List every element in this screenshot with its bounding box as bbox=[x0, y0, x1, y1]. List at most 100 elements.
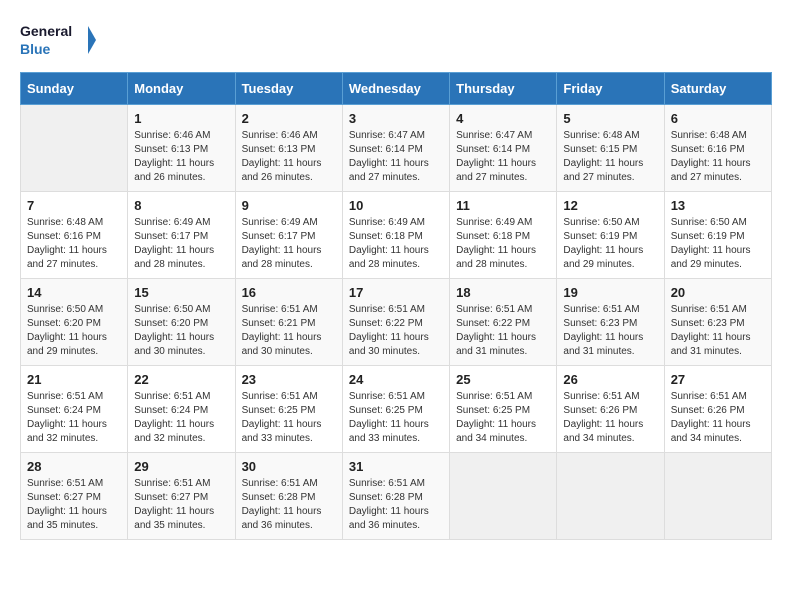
day-header-monday: Monday bbox=[128, 73, 235, 105]
day-info-text: Sunset: 6:25 PM bbox=[242, 404, 336, 418]
day-info-text: Sunset: 6:26 PM bbox=[563, 404, 657, 418]
day-info-text: Daylight: 11 hours and 33 minutes. bbox=[242, 418, 336, 446]
day-number: 14 bbox=[27, 285, 121, 300]
day-number: 5 bbox=[563, 111, 657, 126]
day-cell: 28Sunrise: 6:51 AMSunset: 6:27 PMDayligh… bbox=[21, 453, 128, 540]
day-info-text: Daylight: 11 hours and 29 minutes. bbox=[671, 244, 765, 272]
day-number: 6 bbox=[671, 111, 765, 126]
day-info-text: Sunrise: 6:49 AM bbox=[349, 216, 443, 230]
day-info-text: Sunrise: 6:51 AM bbox=[27, 390, 121, 404]
day-info-text: Sunset: 6:16 PM bbox=[671, 143, 765, 157]
day-info-text: Daylight: 11 hours and 28 minutes. bbox=[456, 244, 550, 272]
day-cell: 16Sunrise: 6:51 AMSunset: 6:21 PMDayligh… bbox=[235, 279, 342, 366]
day-cell: 20Sunrise: 6:51 AMSunset: 6:23 PMDayligh… bbox=[664, 279, 771, 366]
calendar-table: SundayMondayTuesdayWednesdayThursdayFrid… bbox=[20, 72, 772, 540]
day-info-text: Daylight: 11 hours and 34 minutes. bbox=[456, 418, 550, 446]
day-info-text: Sunset: 6:27 PM bbox=[27, 491, 121, 505]
day-info-text: Sunrise: 6:51 AM bbox=[27, 477, 121, 491]
day-number: 27 bbox=[671, 372, 765, 387]
day-cell: 23Sunrise: 6:51 AMSunset: 6:25 PMDayligh… bbox=[235, 366, 342, 453]
day-info-text: Sunset: 6:22 PM bbox=[456, 317, 550, 331]
day-info-text: Sunset: 6:15 PM bbox=[563, 143, 657, 157]
day-number: 20 bbox=[671, 285, 765, 300]
day-info-text: Sunrise: 6:51 AM bbox=[671, 390, 765, 404]
day-info-text: Sunrise: 6:51 AM bbox=[563, 390, 657, 404]
day-number: 23 bbox=[242, 372, 336, 387]
logo-svg: General Blue bbox=[20, 20, 100, 62]
day-cell: 29Sunrise: 6:51 AMSunset: 6:27 PMDayligh… bbox=[128, 453, 235, 540]
day-info-text: Daylight: 11 hours and 27 minutes. bbox=[456, 157, 550, 185]
day-info-text: Sunset: 6:23 PM bbox=[563, 317, 657, 331]
day-number: 1 bbox=[134, 111, 228, 126]
week-row-3: 14Sunrise: 6:50 AMSunset: 6:20 PMDayligh… bbox=[21, 279, 772, 366]
day-info-text: Daylight: 11 hours and 32 minutes. bbox=[27, 418, 121, 446]
day-info-text: Daylight: 11 hours and 29 minutes. bbox=[27, 331, 121, 359]
week-row-5: 28Sunrise: 6:51 AMSunset: 6:27 PMDayligh… bbox=[21, 453, 772, 540]
day-cell bbox=[664, 453, 771, 540]
day-cell: 4Sunrise: 6:47 AMSunset: 6:14 PMDaylight… bbox=[450, 105, 557, 192]
day-number: 11 bbox=[456, 198, 550, 213]
day-info-text: Daylight: 11 hours and 28 minutes. bbox=[349, 244, 443, 272]
day-info-text: Daylight: 11 hours and 27 minutes. bbox=[349, 157, 443, 185]
day-info-text: Sunset: 6:13 PM bbox=[134, 143, 228, 157]
day-cell: 11Sunrise: 6:49 AMSunset: 6:18 PMDayligh… bbox=[450, 192, 557, 279]
day-number: 15 bbox=[134, 285, 228, 300]
day-number: 24 bbox=[349, 372, 443, 387]
day-info-text: Sunset: 6:26 PM bbox=[671, 404, 765, 418]
day-info-text: Sunset: 6:17 PM bbox=[134, 230, 228, 244]
day-info-text: Sunset: 6:17 PM bbox=[242, 230, 336, 244]
day-info-text: Sunrise: 6:47 AM bbox=[349, 129, 443, 143]
day-cell: 1Sunrise: 6:46 AMSunset: 6:13 PMDaylight… bbox=[128, 105, 235, 192]
day-info-text: Sunrise: 6:50 AM bbox=[671, 216, 765, 230]
day-info-text: Sunset: 6:18 PM bbox=[456, 230, 550, 244]
day-cell: 9Sunrise: 6:49 AMSunset: 6:17 PMDaylight… bbox=[235, 192, 342, 279]
day-info-text: Sunset: 6:19 PM bbox=[563, 230, 657, 244]
day-info-text: Sunrise: 6:50 AM bbox=[563, 216, 657, 230]
day-info-text: Sunrise: 6:51 AM bbox=[349, 303, 443, 317]
day-info-text: Sunrise: 6:46 AM bbox=[242, 129, 336, 143]
day-cell: 14Sunrise: 6:50 AMSunset: 6:20 PMDayligh… bbox=[21, 279, 128, 366]
day-number: 10 bbox=[349, 198, 443, 213]
day-info-text: Sunrise: 6:51 AM bbox=[242, 303, 336, 317]
day-number: 29 bbox=[134, 459, 228, 474]
day-number: 17 bbox=[349, 285, 443, 300]
day-info-text: Daylight: 11 hours and 26 minutes. bbox=[242, 157, 336, 185]
day-info-text: Sunrise: 6:51 AM bbox=[349, 390, 443, 404]
day-info-text: Sunset: 6:25 PM bbox=[349, 404, 443, 418]
day-info-text: Daylight: 11 hours and 36 minutes. bbox=[349, 505, 443, 533]
day-info-text: Sunrise: 6:49 AM bbox=[242, 216, 336, 230]
day-info-text: Daylight: 11 hours and 31 minutes. bbox=[671, 331, 765, 359]
day-info-text: Daylight: 11 hours and 26 minutes. bbox=[134, 157, 228, 185]
day-cell: 19Sunrise: 6:51 AMSunset: 6:23 PMDayligh… bbox=[557, 279, 664, 366]
day-cell: 22Sunrise: 6:51 AMSunset: 6:24 PMDayligh… bbox=[128, 366, 235, 453]
day-info-text: Sunset: 6:21 PM bbox=[242, 317, 336, 331]
day-info-text: Sunset: 6:14 PM bbox=[456, 143, 550, 157]
day-cell: 5Sunrise: 6:48 AMSunset: 6:15 PMDaylight… bbox=[557, 105, 664, 192]
day-info-text: Daylight: 11 hours and 36 minutes. bbox=[242, 505, 336, 533]
day-cell: 21Sunrise: 6:51 AMSunset: 6:24 PMDayligh… bbox=[21, 366, 128, 453]
day-info-text: Sunset: 6:19 PM bbox=[671, 230, 765, 244]
day-cell: 31Sunrise: 6:51 AMSunset: 6:28 PMDayligh… bbox=[342, 453, 449, 540]
day-info-text: Sunset: 6:28 PM bbox=[242, 491, 336, 505]
day-cell: 27Sunrise: 6:51 AMSunset: 6:26 PMDayligh… bbox=[664, 366, 771, 453]
day-info-text: Sunrise: 6:51 AM bbox=[134, 390, 228, 404]
day-cell: 7Sunrise: 6:48 AMSunset: 6:16 PMDaylight… bbox=[21, 192, 128, 279]
day-info-text: Sunrise: 6:47 AM bbox=[456, 129, 550, 143]
day-cell bbox=[21, 105, 128, 192]
week-row-1: 1Sunrise: 6:46 AMSunset: 6:13 PMDaylight… bbox=[21, 105, 772, 192]
logo: General Blue bbox=[20, 20, 100, 62]
day-number: 30 bbox=[242, 459, 336, 474]
day-info-text: Daylight: 11 hours and 33 minutes. bbox=[349, 418, 443, 446]
day-number: 12 bbox=[563, 198, 657, 213]
day-cell bbox=[450, 453, 557, 540]
day-number: 31 bbox=[349, 459, 443, 474]
day-cell: 3Sunrise: 6:47 AMSunset: 6:14 PMDaylight… bbox=[342, 105, 449, 192]
day-info-text: Daylight: 11 hours and 28 minutes. bbox=[134, 244, 228, 272]
day-number: 9 bbox=[242, 198, 336, 213]
day-number: 16 bbox=[242, 285, 336, 300]
week-row-2: 7Sunrise: 6:48 AMSunset: 6:16 PMDaylight… bbox=[21, 192, 772, 279]
day-info-text: Sunrise: 6:51 AM bbox=[134, 477, 228, 491]
day-number: 7 bbox=[27, 198, 121, 213]
day-info-text: Sunset: 6:23 PM bbox=[671, 317, 765, 331]
week-row-4: 21Sunrise: 6:51 AMSunset: 6:24 PMDayligh… bbox=[21, 366, 772, 453]
